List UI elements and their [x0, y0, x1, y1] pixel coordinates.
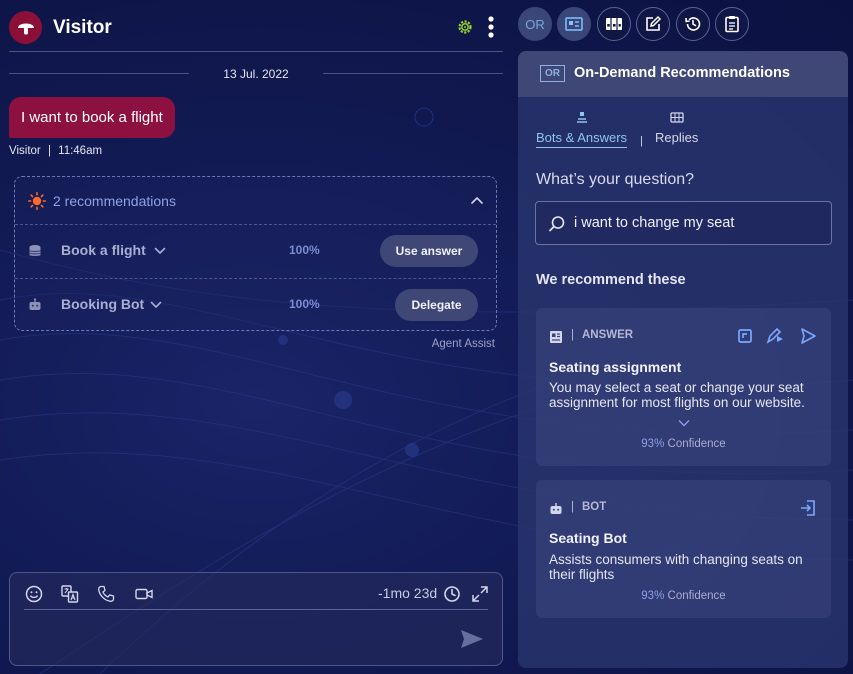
chevron-down-icon[interactable]: [150, 301, 162, 309]
search-icon: [549, 216, 565, 232]
phone-icon[interactable]: [96, 584, 116, 604]
date-separator: 13 Jul. 2022: [9, 66, 503, 82]
recommendation-row: Booking Bot 100% Delegate: [15, 278, 496, 331]
card-description: Assists consumers with changing seats on…: [549, 552, 803, 582]
clipboard-icon: [725, 16, 739, 33]
edit-send-icon[interactable]: [765, 326, 785, 346]
recommendation-row: Book a flight 100% Use answer: [15, 225, 496, 278]
tab-replies[interactable]: Replies: [655, 111, 698, 145]
date-line-right: [323, 73, 503, 74]
search-value: i want to change my seat: [574, 215, 735, 231]
bot-card[interactable]: | BOT Seating Bot Assists consumers with …: [536, 480, 831, 618]
card-title: Seating Bot: [549, 530, 627, 546]
delegate-icon[interactable]: [798, 498, 818, 518]
conversation-timer: -1mo 23d: [378, 585, 438, 601]
delegate-button[interactable]: Delegate: [395, 289, 478, 321]
tab-label: Bots & Answers: [536, 130, 628, 145]
emoji-icon[interactable]: [24, 584, 44, 604]
or-tag: OR: [540, 65, 565, 82]
history-icon: [685, 17, 701, 31]
confidence-label: Confidence: [667, 438, 726, 450]
use-answer-button[interactable]: Use answer: [380, 235, 478, 267]
tab-label: Replies: [655, 130, 699, 145]
card-description: You may select a seat or change your sea…: [549, 380, 805, 410]
bots-answers-icon: [576, 112, 587, 123]
header-divider: [9, 51, 503, 52]
edit-icon: [646, 15, 662, 31]
edit-toolbar-button[interactable]: [636, 7, 670, 41]
confidence-percent: 93%: [641, 438, 665, 450]
message-meta: Visitor | 11:46am: [9, 145, 102, 157]
card-type: | BOT: [571, 501, 606, 513]
clock-icon: [444, 586, 460, 602]
video-icon[interactable]: [134, 584, 154, 604]
sun-icon: [28, 192, 46, 210]
question-search-input[interactable]: i want to change my seat: [535, 201, 832, 245]
translate-icon[interactable]: [60, 584, 80, 604]
visitor-avatar[interactable]: [9, 11, 42, 44]
tab-separator: |: [640, 135, 643, 147]
on-demand-recommendations-panel: OR On-Demand Recommendations Bots & Answ…: [518, 51, 848, 668]
history-toolbar-button[interactable]: [676, 7, 710, 41]
card-type-label: BOT: [582, 501, 607, 513]
panel-header: OR On-Demand Recommendations: [518, 51, 848, 97]
confidence-percent: 93%: [641, 590, 665, 602]
clipboard-toolbar-button[interactable]: [715, 7, 749, 41]
bot-icon: [29, 298, 41, 310]
answer-card[interactable]: | ANSWER Seating assignment You may selec…: [536, 308, 831, 466]
visitor-name: Visitor: [53, 17, 112, 38]
visitor-message-bubble: I want to book a flight: [9, 97, 175, 138]
tab-bots-answers[interactable]: Bots & Answers: [536, 111, 628, 148]
recommendations-card: 2 recommendations Book a flight 100% Use…: [14, 176, 497, 331]
card-type-separator: |: [571, 329, 574, 341]
confidence-label: Confidence: [667, 590, 726, 602]
replies-icon: [670, 112, 684, 123]
panel-title: On-Demand Recommendations: [574, 65, 790, 81]
recommendation-score: 100%: [289, 297, 320, 311]
conversation-header: Visitor: [0, 0, 512, 52]
question-label: What’s your question?: [536, 171, 695, 188]
agent-assist-label: Agent Assist: [431, 338, 495, 350]
on-demand-recommendations-icon: [565, 17, 583, 31]
recommendations-toolbar-button[interactable]: [557, 7, 591, 41]
card-type-separator: |: [571, 501, 574, 513]
more-options-icon[interactable]: [484, 14, 498, 40]
composer-divider: [24, 609, 488, 610]
knowledge-toolbar-button[interactable]: [597, 7, 631, 41]
recommendation-name[interactable]: Booking Bot: [61, 296, 144, 312]
answer-icon: [550, 331, 562, 343]
recommend-title: We recommend these: [536, 272, 686, 288]
expand-icon[interactable]: [470, 584, 490, 604]
knowledge-icon: [606, 18, 622, 30]
chevron-down-icon[interactable]: [154, 247, 166, 255]
message-sender: Visitor: [9, 145, 41, 157]
message-meta-separator: |: [47, 145, 51, 157]
send-icon[interactable]: [798, 326, 818, 346]
message-composer[interactable]: -1mo 23d: [9, 572, 503, 666]
recommendations-header[interactable]: 2 recommendations: [15, 177, 496, 225]
card-confidence: 93% Confidence: [536, 438, 831, 450]
chevron-down-icon[interactable]: [677, 418, 691, 428]
recommendation-score: 100%: [289, 243, 320, 257]
card-type-label: ANSWER: [582, 329, 634, 341]
or-toolbar-button[interactable]: OR: [518, 7, 552, 41]
send-icon[interactable]: [459, 628, 485, 650]
card-type: | ANSWER: [571, 329, 633, 341]
recommendation-name[interactable]: Book a flight: [61, 242, 146, 258]
bot-icon: [550, 503, 562, 514]
date-label: 13 Jul. 2022: [223, 67, 289, 81]
card-confidence: 93% Confidence: [536, 590, 831, 602]
chevron-up-icon[interactable]: [470, 194, 484, 206]
message-time: 11:46am: [58, 145, 103, 157]
status-gear-icon[interactable]: [456, 18, 474, 36]
copy-icon[interactable]: [735, 326, 755, 346]
card-title: Seating assignment: [549, 359, 682, 375]
database-icon: [29, 245, 41, 256]
recommendations-count: 2 recommendations: [53, 193, 176, 209]
visitor-mushroom-icon: [17, 23, 34, 34]
